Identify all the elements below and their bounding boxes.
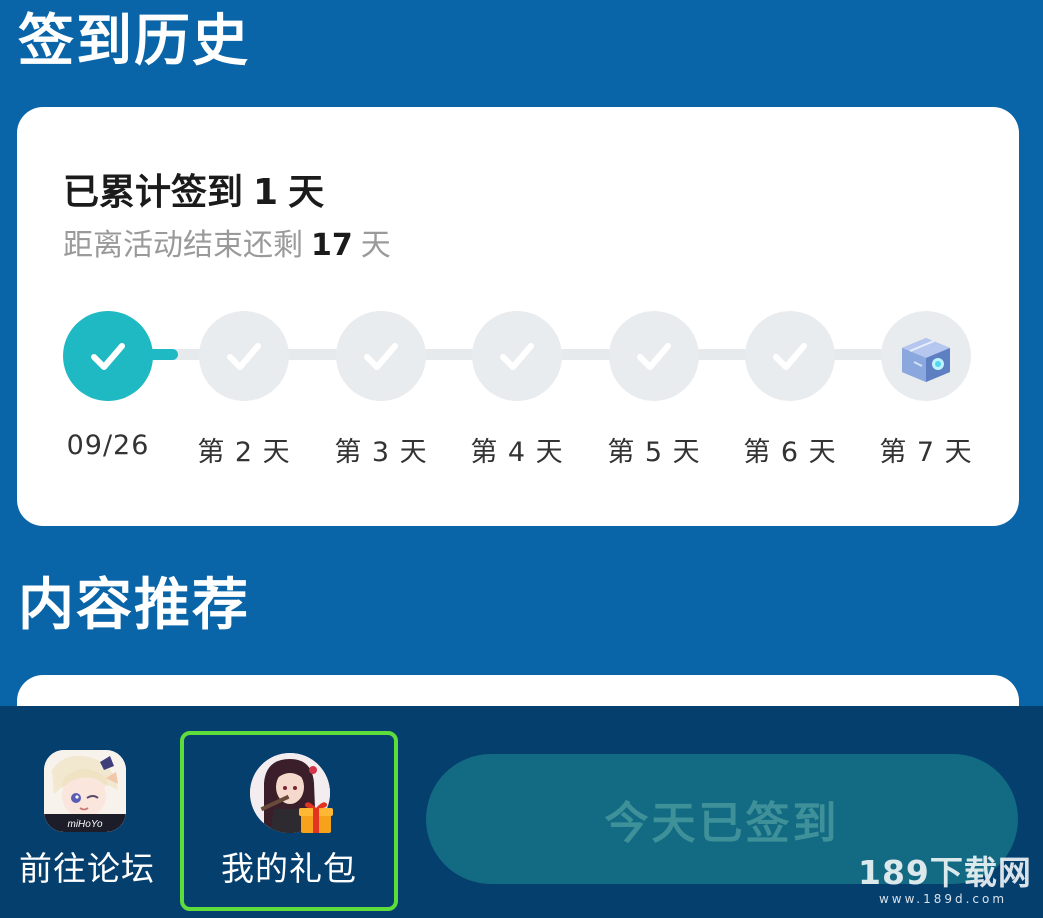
check-icon <box>500 343 534 370</box>
check-icon <box>227 343 261 370</box>
forum-app-icon: miHoYo <box>44 750 126 832</box>
day-node-2 <box>199 311 289 401</box>
watermark-url: www.189d.com <box>878 892 1008 906</box>
day-label-6: 第 6 天 <box>743 437 837 468</box>
my-gifts-button[interactable]: 我的礼包 <box>180 731 398 911</box>
streak-suffix: 天 <box>288 172 325 213</box>
signed-today-label: 今天已签到 <box>604 798 840 849</box>
check-icon <box>91 343 125 370</box>
streak-prefix: 已累计签到 <box>63 172 244 213</box>
day-node-3 <box>336 311 426 401</box>
remaining-days: 距离活动结束还剩 17 天 <box>63 220 391 264</box>
section-title-recommend: 内容推荐 <box>18 573 250 638</box>
day-label-4: 第 4 天 <box>470 437 564 468</box>
day-label-3: 第 3 天 <box>334 437 428 468</box>
streak-summary: 已累计签到 1 天 <box>63 163 324 215</box>
forum-icon-text: miHoYo <box>67 819 102 830</box>
day-label-5: 第 5 天 <box>607 437 701 468</box>
day-label-1: 09/26 <box>66 430 150 461</box>
watermark: 189下载网 www.189d.com <box>858 846 1032 906</box>
day-node-1 <box>63 311 153 401</box>
day-label-7: 第 7 天 <box>879 437 973 468</box>
check-icon <box>364 343 398 370</box>
day-node-5 <box>609 311 699 401</box>
check-icon <box>773 343 807 370</box>
streak-days: 1 <box>253 172 279 213</box>
remain-prefix: 距离活动结束还剩 <box>63 228 303 263</box>
day-node-6 <box>745 311 835 401</box>
check-icon <box>637 343 671 370</box>
day-label-2: 第 2 天 <box>197 437 291 468</box>
watermark-text: 189下载网 <box>858 853 1032 892</box>
forum-button-label: 前往论坛 <box>19 849 155 888</box>
section-title-history: 签到历史 <box>18 9 250 74</box>
gift-box-icon <box>299 802 333 833</box>
day-node-7 <box>881 311 971 401</box>
gift-button-label: 我的礼包 <box>221 849 357 888</box>
treasure-chest-icon <box>902 338 950 382</box>
remain-suffix: 天 <box>360 228 391 263</box>
day-node-4 <box>472 311 562 401</box>
remain-days-number: 17 <box>311 228 353 263</box>
